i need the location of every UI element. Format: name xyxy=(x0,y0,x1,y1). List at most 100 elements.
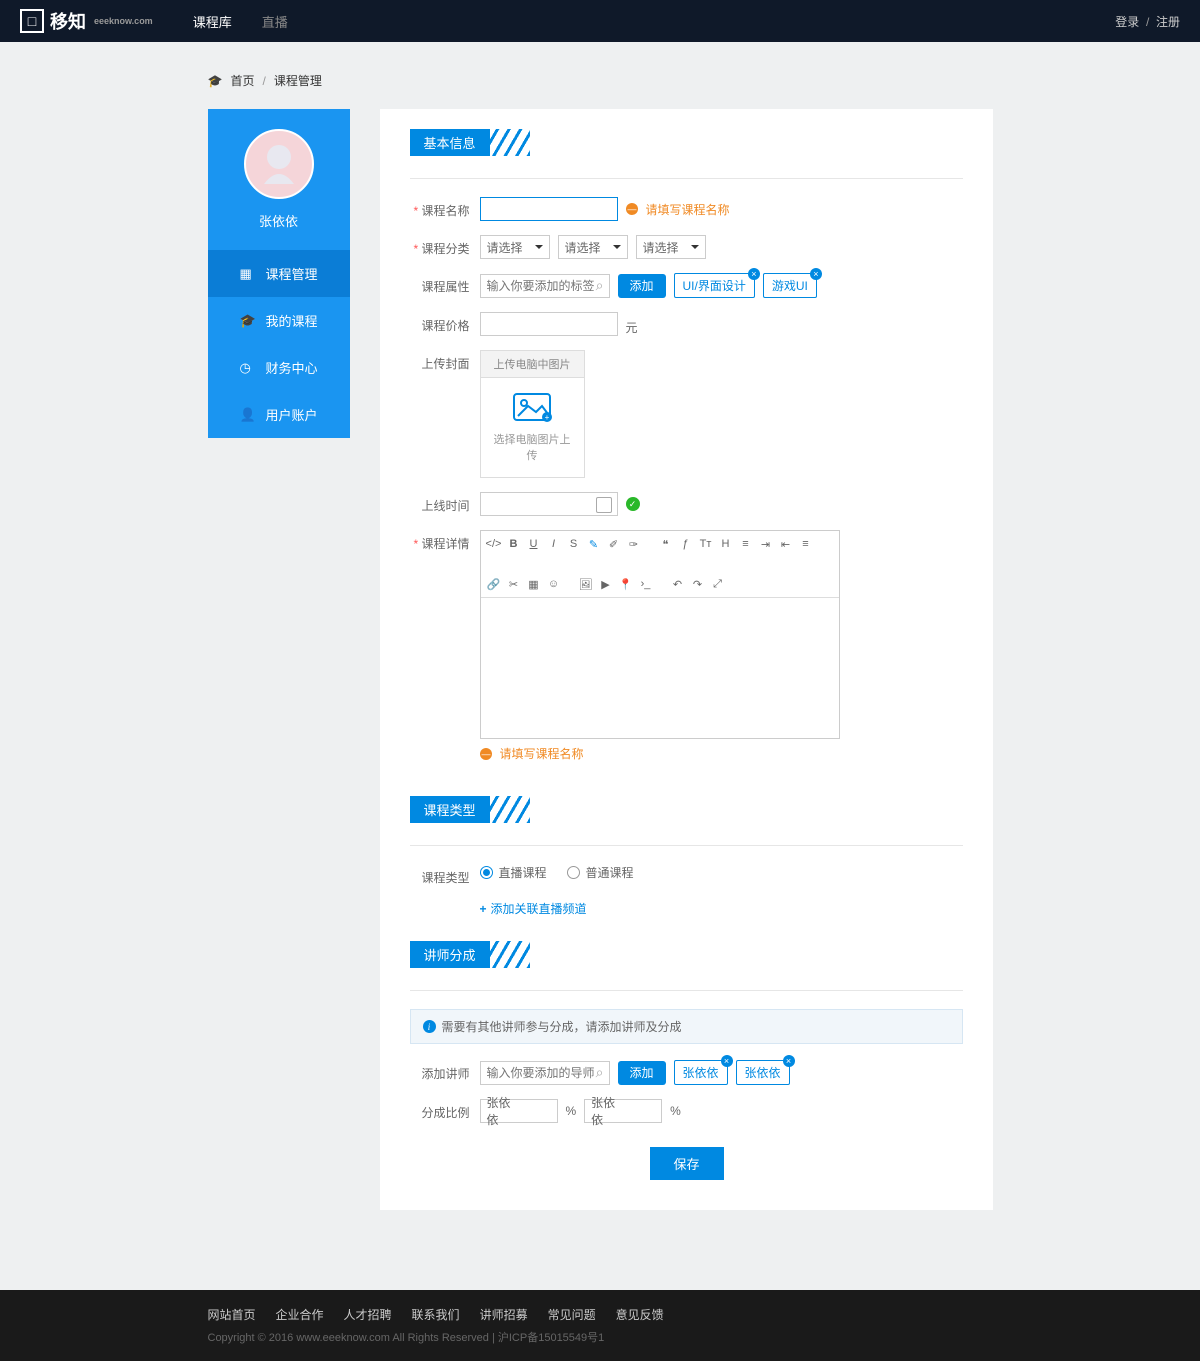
nav-live[interactable]: 直播 xyxy=(262,12,288,31)
editor-more-icon[interactable]: ›_ xyxy=(637,575,655,593)
logo-text: 移知 xyxy=(50,8,86,34)
category-select-2[interactable]: 请选择 xyxy=(558,235,628,259)
tag-remove-icon[interactable]: × xyxy=(810,268,822,280)
tag-remove-icon[interactable]: × xyxy=(783,1055,795,1067)
label-ratio: 分成比例 xyxy=(421,1106,469,1120)
editor-list-icon[interactable]: ≡ xyxy=(737,535,755,553)
price-unit: 元 xyxy=(626,319,638,336)
editor-pencil-icon[interactable]: ✎ xyxy=(585,535,603,553)
logo-icon: □ xyxy=(20,9,44,33)
logo-subtext: eeeknow.com xyxy=(94,16,153,26)
save-button[interactable]: 保存 xyxy=(650,1147,724,1180)
teacher-input[interactable] xyxy=(480,1061,610,1085)
nav-course-lib[interactable]: 课程库 xyxy=(193,12,232,31)
editor-outdent-icon[interactable]: ⇤ xyxy=(777,535,795,553)
teacher-add-button[interactable]: 添加 xyxy=(618,1061,666,1085)
editor-unlink-icon[interactable]: ✂ xyxy=(505,575,523,593)
editor-heading-icon[interactable]: H xyxy=(717,535,735,553)
radio-live[interactable]: 直播课程 xyxy=(480,864,547,881)
course-name-input[interactable] xyxy=(480,197,618,221)
editor-fullscreen-icon[interactable]: ⤢ xyxy=(709,575,727,593)
check-ok-icon: ✓ xyxy=(626,497,640,511)
sidebar-item-label: 课程管理 xyxy=(266,264,318,283)
label-cover: 上传封面 xyxy=(421,357,469,371)
footer-link[interactable]: 网站首页 xyxy=(208,1306,256,1323)
online-time-input[interactable] xyxy=(480,492,618,516)
editor-undo-icon[interactable]: ↶ xyxy=(669,575,687,593)
footer-links: 网站首页 企业合作 人才招聘 联系我们 讲师招募 常见问题 意见反馈 xyxy=(208,1306,993,1323)
tag-remove-icon[interactable]: × xyxy=(721,1055,733,1067)
tag-teacher-1[interactable]: 张依依× xyxy=(674,1060,728,1085)
radio-normal[interactable]: 普通课程 xyxy=(567,864,634,881)
footer-link[interactable]: 人才招聘 xyxy=(344,1306,392,1323)
sidebar-item-finance[interactable]: ◷财务中心 xyxy=(208,344,350,391)
editor-quote-icon[interactable]: ❝ xyxy=(657,535,675,553)
share-info-box: 需要有其他讲师参与分成，请添加讲师及分成 xyxy=(410,1009,963,1044)
logo[interactable]: □ 移知 eeeknow.com xyxy=(20,8,153,34)
editor-italic-icon[interactable]: I xyxy=(545,535,563,553)
sidebar-item-course-mgmt[interactable]: ▦ 课程管理 xyxy=(208,250,350,297)
ratio-input-1[interactable]: 张依依 xyxy=(480,1099,558,1123)
label-detail: 课程详情 xyxy=(421,537,469,551)
avatar[interactable] xyxy=(244,129,314,199)
ratio-input-2[interactable]: 张依依 xyxy=(584,1099,662,1123)
error-detail: 请填写课程名称 xyxy=(480,745,840,762)
image-icon: + xyxy=(512,392,552,422)
sidebar-item-account[interactable]: 👤 用户账户 xyxy=(208,391,350,438)
footer-link[interactable]: 意见反馈 xyxy=(616,1306,664,1323)
rich-editor: </>BUIS✎✐✑ ❝ƒTᴛH≡⇥⇤≡ 🔗✂▦☺ 🖼▶📍›_ ↶↷⤢ xyxy=(480,530,840,739)
footer-link[interactable]: 企业合作 xyxy=(276,1306,324,1323)
footer-link[interactable]: 讲师招募 xyxy=(480,1306,528,1323)
sidebar-item-label: 我的课程 xyxy=(266,311,318,330)
section-teacher-share: 讲师分成 xyxy=(410,941,490,968)
editor-redo-icon[interactable]: ↷ xyxy=(689,575,707,593)
editor-tt-icon[interactable]: Tᴛ xyxy=(697,535,715,553)
section-basic-info: 基本信息 xyxy=(410,129,490,156)
register-link[interactable]: 注册 xyxy=(1156,15,1180,29)
section-course-type: 课程类型 xyxy=(410,796,490,823)
editor-bold-icon[interactable]: B xyxy=(505,535,523,553)
editor-underline-icon[interactable]: U xyxy=(525,535,543,553)
editor-emoji-icon[interactable]: ☺ xyxy=(545,575,563,593)
category-select-3[interactable]: 请选择 xyxy=(636,235,706,259)
user-icon: 👤 xyxy=(240,407,254,423)
add-channel-link[interactable]: + 添加关联直播频道 xyxy=(480,900,587,917)
tag-ui-design[interactable]: UI/界面设计× xyxy=(674,273,755,298)
editor-font-icon[interactable]: ƒ xyxy=(677,535,695,553)
attrs-add-button[interactable]: 添加 xyxy=(618,274,666,298)
editor-link-icon[interactable]: 🔗 xyxy=(485,575,503,593)
category-select-1[interactable]: 请选择 xyxy=(480,235,550,259)
tag-teacher-2[interactable]: 张依依× xyxy=(736,1060,790,1085)
editor-brush-icon[interactable]: ✐ xyxy=(605,535,623,553)
breadcrumb-current: 课程管理 xyxy=(274,72,322,89)
copyright: Copyright © 2016 www.eeeknow.com All Rig… xyxy=(208,1329,993,1345)
login-link[interactable]: 登录 xyxy=(1115,15,1139,29)
attrs-input[interactable] xyxy=(480,274,610,298)
footer-link[interactable]: 常见问题 xyxy=(548,1306,596,1323)
editor-align-icon[interactable]: ≡ xyxy=(797,535,815,553)
upload-tab: 上传电脑中图片 xyxy=(481,351,584,378)
editor-code-icon[interactable]: </> xyxy=(485,535,503,553)
sidebar-item-label: 用户账户 xyxy=(266,405,318,424)
label-attrs: 课程属性 xyxy=(421,280,469,294)
sidebar-item-label: 财务中心 xyxy=(266,358,318,377)
editor-pen-icon[interactable]: ✑ xyxy=(625,535,643,553)
calendar-icon: ▦ xyxy=(240,266,254,282)
editor-textarea[interactable] xyxy=(481,598,839,738)
label-online-time: 上线时间 xyxy=(421,499,469,513)
editor-video-icon[interactable]: ▶ xyxy=(597,575,615,593)
footer-link[interactable]: 联系我们 xyxy=(412,1306,460,1323)
tag-game-ui[interactable]: 游戏UI× xyxy=(763,273,817,298)
auth-links: 登录 / 注册 xyxy=(1115,13,1180,30)
tag-remove-icon[interactable]: × xyxy=(748,268,760,280)
editor-table-icon[interactable]: ▦ xyxy=(525,575,543,593)
editor-location-icon[interactable]: 📍 xyxy=(617,575,635,593)
price-input[interactable] xyxy=(480,312,618,336)
editor-image-icon[interactable]: 🖼 xyxy=(577,575,595,593)
breadcrumb-home[interactable]: 首页 xyxy=(230,72,254,89)
sidebar-item-my-courses[interactable]: 🎓我的课程 xyxy=(208,297,350,344)
upload-cover[interactable]: 上传电脑中图片 + 选择电脑图片上传 xyxy=(480,350,585,478)
editor-indent-icon[interactable]: ⇥ xyxy=(757,535,775,553)
label-add-teacher: 添加讲师 xyxy=(421,1067,469,1081)
editor-strike-icon[interactable]: S xyxy=(565,535,583,553)
